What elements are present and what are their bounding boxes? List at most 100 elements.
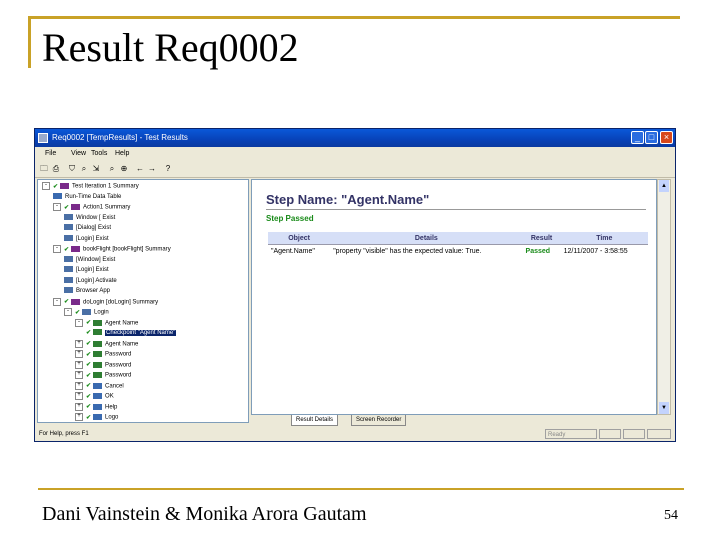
tree-node[interactable]: Window [ Exist bbox=[64, 213, 115, 223]
window-icon bbox=[82, 309, 92, 315]
window-icon bbox=[64, 234, 73, 241]
tree-expander-icon[interactable]: + bbox=[75, 402, 83, 411]
check-icon: ✔ bbox=[86, 330, 92, 336]
check-icon: ✔ bbox=[53, 183, 59, 190]
divider bbox=[266, 209, 646, 210]
tree-node[interactable]: + ✔ Password bbox=[75, 360, 131, 370]
menu-view[interactable]: View bbox=[71, 147, 86, 161]
tree-expander-icon[interactable]: + bbox=[75, 381, 83, 390]
minimize-button[interactable]: _ bbox=[631, 131, 644, 144]
tree-node-label: [Login] Exist bbox=[76, 267, 109, 273]
tree-node[interactable]: + ✔ Help bbox=[75, 402, 118, 412]
tree-node-label: [Dialog] Exist bbox=[76, 225, 112, 231]
close-button[interactable]: × bbox=[660, 131, 673, 144]
tree-node[interactable]: + ✔ Password bbox=[75, 350, 131, 359]
menu-file[interactable]: File bbox=[45, 147, 56, 161]
search-icon[interactable]: ⌕ bbox=[107, 164, 117, 174]
footer-author: Dani Vainstein & Monika Arora Gautam bbox=[42, 503, 367, 525]
open-icon[interactable]: 🗀 bbox=[39, 164, 49, 174]
find-icon[interactable]: ⌕ bbox=[79, 164, 89, 174]
status-pane bbox=[599, 429, 621, 439]
field-icon bbox=[93, 361, 103, 368]
checkpoint-icon bbox=[93, 329, 103, 336]
menu-tools[interactable]: Tools bbox=[91, 147, 107, 161]
tree-expander-icon[interactable]: - bbox=[75, 318, 83, 327]
scroll-up-icon[interactable]: ▲ bbox=[659, 180, 669, 192]
iteration-icon bbox=[60, 183, 70, 189]
tree-expander-icon[interactable]: + bbox=[75, 360, 83, 369]
tree-node-label: [Login] Exist bbox=[76, 235, 109, 242]
window-icon bbox=[64, 255, 73, 262]
tree-node-label: Login bbox=[94, 309, 109, 316]
vertical-scrollbar[interactable]: ▲ ▼ bbox=[657, 179, 671, 415]
window-icon bbox=[64, 224, 73, 231]
tree-node[interactable]: - ✔ Agent Name bbox=[75, 318, 138, 328]
tree-node-label: Help bbox=[105, 404, 118, 411]
filter-icon[interactable]: ⛉ bbox=[67, 164, 77, 174]
table-icon bbox=[53, 192, 62, 199]
tree-node[interactable]: + ✔ Logo bbox=[75, 413, 118, 422]
status-ready: Ready bbox=[545, 429, 597, 439]
status-pane bbox=[623, 429, 645, 439]
app-icon bbox=[38, 133, 48, 143]
forward-icon[interactable]: → bbox=[147, 164, 157, 174]
tree-expander-icon[interactable]: + bbox=[75, 392, 83, 400]
back-icon[interactable]: ← bbox=[135, 164, 145, 174]
tree-expander-icon[interactable]: + bbox=[75, 339, 83, 348]
tree-node[interactable]: ✔ Checkpoint "Agent Name" bbox=[86, 329, 177, 338]
tab-screen-recorder[interactable]: Screen Recorder bbox=[351, 415, 407, 426]
tree-expander-icon[interactable]: - bbox=[53, 245, 61, 253]
step-status: Step Passed bbox=[266, 214, 314, 223]
tree-node-label: doLogin [doLogin] Summary bbox=[83, 299, 159, 306]
tree-node[interactable]: + ✔ Password bbox=[75, 371, 131, 380]
field-icon bbox=[93, 372, 103, 378]
status-message: For Help, press F1 bbox=[39, 431, 89, 437]
menu-help[interactable]: Help bbox=[115, 147, 129, 161]
tree-expander-icon[interactable]: - bbox=[53, 297, 61, 306]
tree-expander-icon[interactable]: + bbox=[75, 350, 83, 358]
tree-node[interactable]: - ✔ Login bbox=[64, 308, 109, 317]
detail-tabs: Result Details Screen Recorder bbox=[251, 415, 671, 426]
button-icon bbox=[93, 393, 103, 399]
slide-frame-bottom bbox=[38, 488, 684, 490]
result-table: Object Details Result Time "Agent.Name" … bbox=[268, 232, 648, 257]
check-icon: ✔ bbox=[64, 204, 70, 211]
tab-result-details[interactable]: Result Details bbox=[291, 415, 339, 426]
tree-expander-icon[interactable]: - bbox=[42, 182, 50, 190]
jump-icon[interactable]: ⇲ bbox=[91, 164, 101, 174]
maximize-button[interactable]: □ bbox=[645, 131, 658, 144]
zoom-icon[interactable]: ⊕ bbox=[119, 164, 129, 174]
tree-expander-icon[interactable]: + bbox=[75, 413, 83, 421]
tree-node-label: Cancel bbox=[105, 383, 124, 390]
tree-node[interactable]: [Login] Exist bbox=[64, 234, 109, 244]
tree-node[interactable]: + ✔ Cancel bbox=[75, 381, 124, 391]
cell-result: Passed bbox=[525, 247, 551, 255]
button-icon bbox=[93, 414, 103, 420]
print-icon[interactable]: ⎙ bbox=[51, 164, 61, 174]
tree-node[interactable]: - ✔ bookFlight [bookFlight] Summary bbox=[53, 245, 171, 254]
tree-node[interactable]: [Dialog] Exist bbox=[64, 224, 111, 233]
tree-node[interactable]: Run-Time Data Table bbox=[53, 192, 121, 202]
tree-node[interactable]: - ✔ Test Iteration 1 Summary bbox=[42, 182, 139, 191]
tree-node-label: [Login] Activate bbox=[76, 277, 117, 284]
tree-expander-icon[interactable]: - bbox=[53, 203, 61, 211]
tree-node[interactable]: - ✔ doLogin [doLogin] Summary bbox=[53, 297, 159, 307]
tree-expander-icon[interactable]: - bbox=[64, 308, 72, 316]
tree-node[interactable]: Browser App bbox=[64, 287, 110, 296]
page-number: 54 bbox=[664, 508, 678, 523]
tree-node-label: Password bbox=[105, 372, 132, 379]
tree-node[interactable]: + ✔ Agent Name bbox=[75, 339, 138, 349]
check-icon: ✔ bbox=[86, 320, 92, 327]
tree-node[interactable]: [Login] Activate bbox=[64, 276, 117, 286]
tree-node[interactable]: - ✔ Action1 Summary bbox=[53, 203, 130, 212]
tree-expander-icon[interactable]: + bbox=[75, 371, 83, 379]
tree-node[interactable]: [Window] Exist bbox=[64, 255, 115, 265]
check-icon: ✔ bbox=[64, 299, 70, 306]
window-icon bbox=[64, 266, 73, 273]
tree-node[interactable]: + ✔ OK bbox=[75, 392, 114, 401]
tree-node[interactable]: [Login] Exist bbox=[64, 266, 109, 275]
help-icon[interactable]: ? bbox=[163, 164, 173, 174]
result-tree[interactable]: - ✔ Test Iteration 1 Summary Run-Time Data … bbox=[37, 179, 249, 423]
tree-node-label: Action1 Summary bbox=[83, 204, 131, 211]
scroll-down-icon[interactable]: ▼ bbox=[659, 402, 669, 414]
